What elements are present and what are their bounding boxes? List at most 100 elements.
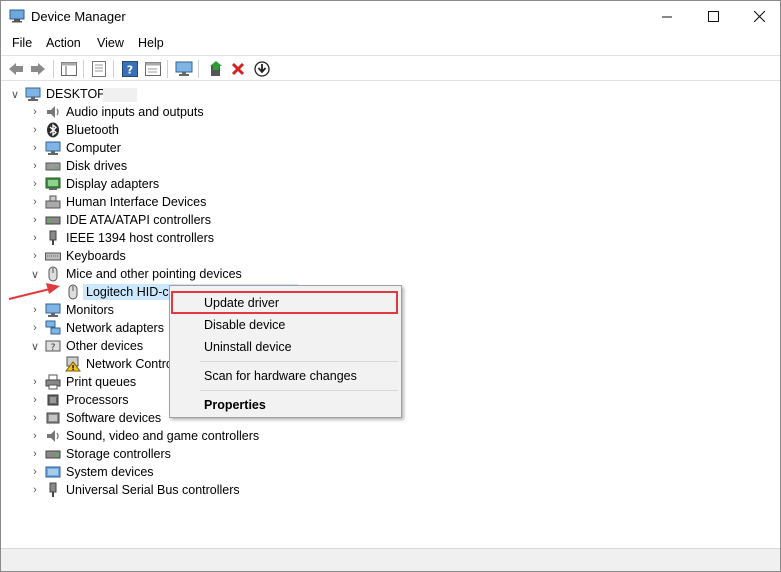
toolbar-separator xyxy=(198,60,199,78)
chevron-right-icon[interactable]: › xyxy=(29,373,41,391)
printer-icon xyxy=(45,374,61,390)
chevron-down-icon[interactable]: ∨ xyxy=(9,85,21,103)
download-circle-icon xyxy=(254,61,270,77)
chevron-right-icon[interactable]: › xyxy=(29,409,41,427)
tree-item-display-adapters[interactable]: › Display adapters xyxy=(29,175,159,193)
chevron-right-icon[interactable]: › xyxy=(29,445,41,463)
display-adapter-icon xyxy=(45,177,61,190)
chevron-right-icon[interactable]: › xyxy=(29,229,41,247)
tree-item-bluetooth[interactable]: › Bluetooth xyxy=(29,121,119,139)
computer-toolbar-button[interactable] xyxy=(174,59,194,79)
close-icon xyxy=(753,10,765,22)
chevron-right-icon[interactable]: › xyxy=(29,427,41,445)
svg-text:?: ? xyxy=(127,64,133,77)
view-pane-icon xyxy=(145,62,161,76)
tree-item-software-devices[interactable]: › Software devices xyxy=(29,409,161,427)
maximize-button[interactable] xyxy=(690,1,736,31)
help-icon: ? xyxy=(122,61,138,77)
category-label: Disk drives xyxy=(66,159,128,173)
other-devices-icon: ? xyxy=(45,340,61,353)
tree-item-usb[interactable]: › Universal Serial Bus controllers xyxy=(29,481,240,499)
menu-view[interactable]: View xyxy=(97,36,124,50)
tree-item-ide[interactable]: › IDE ATA/ATAPI controllers xyxy=(29,211,211,229)
download-toolbar-button[interactable] xyxy=(252,59,272,79)
chevron-right-icon[interactable]: › xyxy=(29,121,41,139)
disk-drive-icon xyxy=(45,162,61,171)
menu-action[interactable]: Action xyxy=(46,36,81,50)
back-button[interactable] xyxy=(6,59,26,79)
chevron-right-icon[interactable]: › xyxy=(29,247,41,265)
device-label: Network Contro xyxy=(86,357,173,371)
chevron-down-icon[interactable]: ∨ xyxy=(29,337,41,355)
help-toolbar-button[interactable]: ? xyxy=(120,59,140,79)
category-label: Network adapters xyxy=(66,321,164,335)
action-view-button[interactable] xyxy=(143,59,163,79)
category-label: System devices xyxy=(66,465,154,479)
sound-icon xyxy=(47,430,59,442)
tree-item-keyboards[interactable]: › Keyboards xyxy=(29,247,126,265)
chevron-right-icon[interactable]: › xyxy=(29,391,41,409)
tree-item-processors[interactable]: › Processors xyxy=(29,391,128,409)
menu-uninstall-device[interactable]: Uninstall device xyxy=(170,336,401,358)
root-label: DESKTOP xyxy=(46,87,106,101)
toolbar-separator xyxy=(83,60,84,78)
tree-item-audio[interactable]: › Audio inputs and outputs xyxy=(29,103,203,121)
category-label: Universal Serial Bus controllers xyxy=(66,483,240,497)
toolbar-separator xyxy=(167,60,168,78)
show-hide-tree-button[interactable] xyxy=(59,59,79,79)
tree-item-storage[interactable]: › Storage controllers xyxy=(29,445,171,463)
red-arrow-annotation xyxy=(8,283,60,300)
menu-file[interactable]: File xyxy=(12,36,32,50)
tree-item-ieee1394[interactable]: › IEEE 1394 host controllers xyxy=(29,229,214,247)
category-label: Monitors xyxy=(66,303,114,317)
menu-scan-hardware[interactable]: Scan for hardware changes xyxy=(170,365,401,387)
chevron-right-icon[interactable]: › xyxy=(29,103,41,121)
menu-help[interactable]: Help xyxy=(138,36,164,50)
toolbar: ? xyxy=(1,55,780,81)
tree-item-print-queues[interactable]: › Print queues xyxy=(29,373,136,391)
properties-toolbar-button[interactable] xyxy=(89,59,109,79)
category-label: Storage controllers xyxy=(66,447,171,461)
menu-properties[interactable]: Properties xyxy=(170,394,401,416)
tree-item-computer[interactable]: › Computer xyxy=(29,139,121,157)
properties-sheet-icon xyxy=(92,61,106,77)
bluetooth-icon xyxy=(47,122,59,138)
tree-item-hid[interactable]: › Human Interface Devices xyxy=(29,193,206,211)
forward-arrow-icon xyxy=(31,63,45,75)
minimize-button[interactable] xyxy=(644,1,690,31)
tree-item-sound[interactable]: › Sound, video and game controllers xyxy=(29,427,259,445)
tree-item-disk-drives[interactable]: › Disk drives xyxy=(29,157,127,175)
hid-icon xyxy=(45,195,61,209)
category-label: Sound, video and game controllers xyxy=(66,429,260,443)
tree-item-network-adapters[interactable]: › Network adapters xyxy=(29,319,164,337)
category-label: Print queues xyxy=(66,375,137,389)
uninstall-toolbar-button[interactable] xyxy=(228,59,248,79)
category-label: Software devices xyxy=(66,411,162,425)
toolbar-separator xyxy=(53,60,54,78)
maximize-icon xyxy=(707,10,719,22)
chevron-right-icon[interactable]: › xyxy=(29,481,41,499)
update-driver-toolbar-button[interactable] xyxy=(206,59,226,79)
chevron-right-icon[interactable]: › xyxy=(29,211,41,229)
chevron-right-icon[interactable]: › xyxy=(29,319,41,337)
menu-disable-device[interactable]: Disable device xyxy=(170,314,401,336)
chevron-right-icon[interactable]: › xyxy=(29,139,41,157)
back-arrow-icon xyxy=(9,63,23,75)
tree-item-other-devices[interactable]: ∨ ? Other devices xyxy=(29,337,143,355)
category-label: Display adapters xyxy=(66,177,160,191)
chevron-right-icon[interactable]: › xyxy=(29,193,41,211)
chevron-right-icon[interactable]: › xyxy=(29,175,41,193)
chevron-right-icon[interactable]: › xyxy=(29,463,41,481)
close-button[interactable] xyxy=(736,1,781,31)
tree-item-network-controller[interactable]: Network Contro xyxy=(65,355,173,373)
tree-root[interactable]: ∨ DESKTOP xyxy=(9,85,106,103)
forward-button[interactable] xyxy=(28,59,48,79)
category-label: Keyboards xyxy=(66,249,126,263)
tree-item-system-devices[interactable]: › System devices xyxy=(29,463,154,481)
chevron-right-icon[interactable]: › xyxy=(29,157,41,175)
speaker-icon xyxy=(47,106,59,118)
desktop-computer-icon xyxy=(25,87,41,101)
red-x-icon xyxy=(231,62,245,76)
warning-device-icon xyxy=(65,356,81,372)
menu-separator xyxy=(200,361,398,362)
